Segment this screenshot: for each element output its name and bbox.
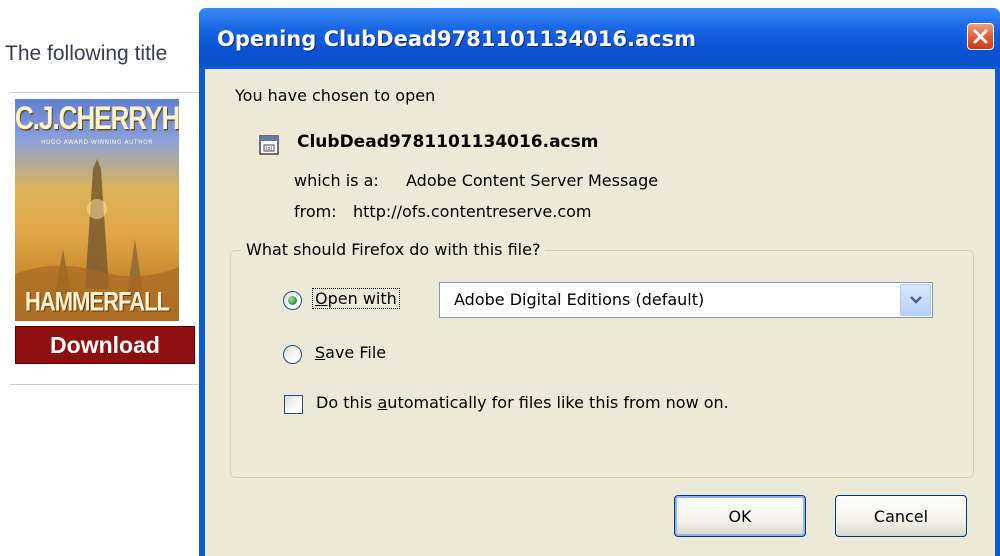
save-file-mnemonic: S [315,343,326,362]
dialog-titlebar[interactable]: Opening ClubDead9781101134016.acsm [199,8,1000,66]
save-file-label[interactable]: Save File [315,343,386,362]
cancel-button[interactable]: Cancel [835,495,967,537]
open-with-app-select[interactable]: Adobe Digital Editions (default) [439,282,933,318]
file-icon: (o) [259,135,279,159]
save-file-radio[interactable] [283,345,302,364]
close-icon [973,29,988,44]
dialog-client-area: You have chosen to open (o) ClubDead9781… [205,69,995,556]
ok-button[interactable]: OK [674,495,806,537]
file-type-prefix: which is a: [294,171,379,190]
radio-selected-dot [288,296,297,305]
chevron-down-icon [909,296,922,304]
file-source-prefix: from: [294,202,337,221]
intro-text: You have chosen to open [235,86,436,105]
file-source-value: http://ofs.contentreserve.com [353,202,592,221]
cover-title: HAMMERFALL [25,286,170,317]
open-with-mnemonic: O [315,289,328,308]
auto-label-post: utomatically for files like this from no… [387,393,729,412]
divider-top [10,92,210,93]
download-button[interactable]: Download [15,326,195,364]
auto-label-pre: Do this [316,393,378,412]
close-button[interactable] [967,23,994,50]
save-file-rest: ave File [325,343,387,362]
open-with-rest: pen with [327,289,397,308]
open-with-app-value: Adobe Digital Editions (default) [454,290,705,309]
open-with-radio[interactable] [283,291,302,310]
dialog-title: Opening ClubDead9781101134016.acsm [217,27,696,51]
open-file-dialog: Opening ClubDead9781101134016.acsm You h… [199,8,1000,556]
auto-label[interactable]: Do this automatically for files like thi… [316,393,729,412]
background-intro-text: The following title [5,42,168,65]
auto-checkbox[interactable] [284,395,303,414]
auto-label-mnemonic: a [377,393,388,412]
file-type-value: Adobe Content Server Message [406,171,659,190]
svg-text:(o): (o) [266,146,273,152]
dropdown-button[interactable] [900,284,931,316]
cover-tagline: HUGO AWARD-WINNING AUTHOR [41,139,153,146]
book-cover[interactable]: C.J.CHERRYH HUGO AWARD-WINNING AUTHOR HA… [15,99,179,321]
action-question: What should Firefox do with this file? [241,240,546,259]
file-name: ClubDead9781101134016.acsm [297,132,599,152]
open-with-label[interactable]: Open with [312,288,400,309]
cover-author: C.J.CHERRYH [15,99,179,137]
divider-bottom [10,384,210,385]
